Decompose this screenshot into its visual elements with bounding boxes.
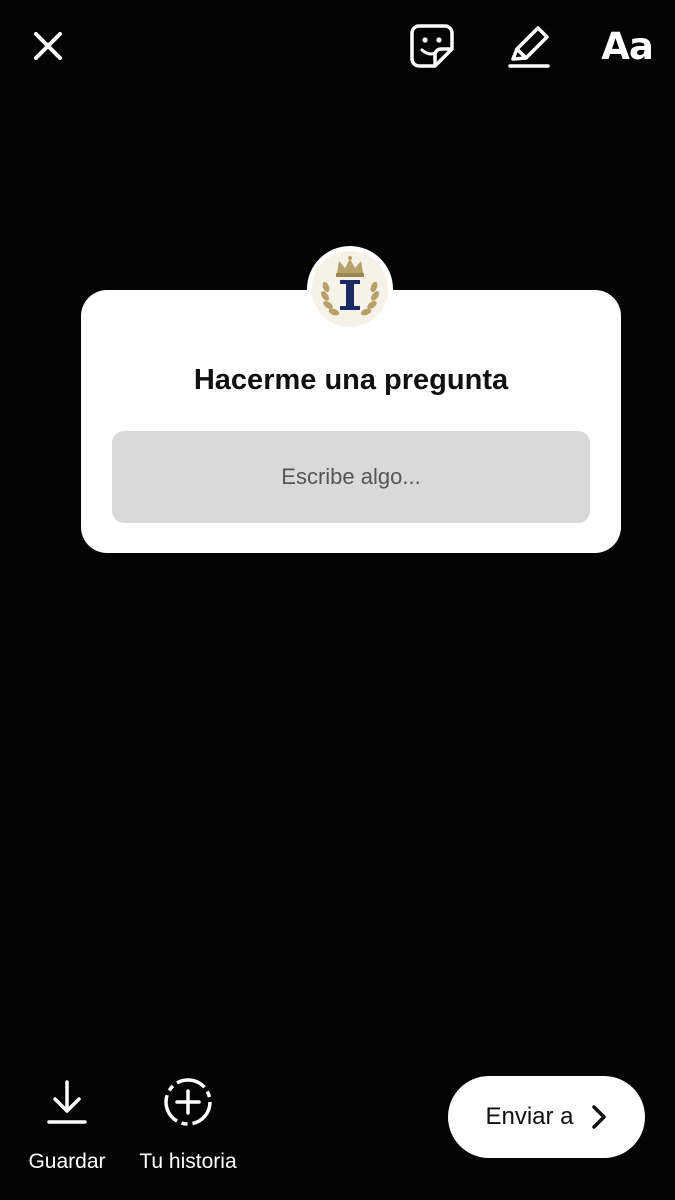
send-to-label: Enviar a xyxy=(485,1103,574,1130)
avatar xyxy=(307,246,393,332)
story-editor: Aa Hacerme una pregunta Escribe algo... xyxy=(0,0,675,1200)
draw-button[interactable] xyxy=(500,18,558,74)
question-title: Hacerme una pregunta xyxy=(193,364,509,396)
chevron-right-icon xyxy=(591,1105,606,1129)
sticker-button[interactable] xyxy=(404,18,460,74)
save-label: Guardar xyxy=(28,1150,106,1173)
add-story-icon xyxy=(160,1074,216,1130)
your-story-label: Tu historia xyxy=(139,1150,237,1173)
sticker-icon xyxy=(410,24,454,68)
answer-input[interactable]: Escribe algo... xyxy=(112,431,590,523)
pen-icon xyxy=(508,26,550,68)
text-tool-button[interactable]: Aa xyxy=(596,20,658,72)
close-button[interactable] xyxy=(26,24,70,68)
save-button[interactable]: Guardar xyxy=(22,1074,112,1174)
download-icon xyxy=(39,1074,95,1130)
send-to-button[interactable]: Enviar a xyxy=(448,1076,645,1158)
crest-logo xyxy=(312,251,388,327)
close-icon xyxy=(34,32,62,60)
your-story-button[interactable]: Tu historia xyxy=(128,1074,248,1174)
